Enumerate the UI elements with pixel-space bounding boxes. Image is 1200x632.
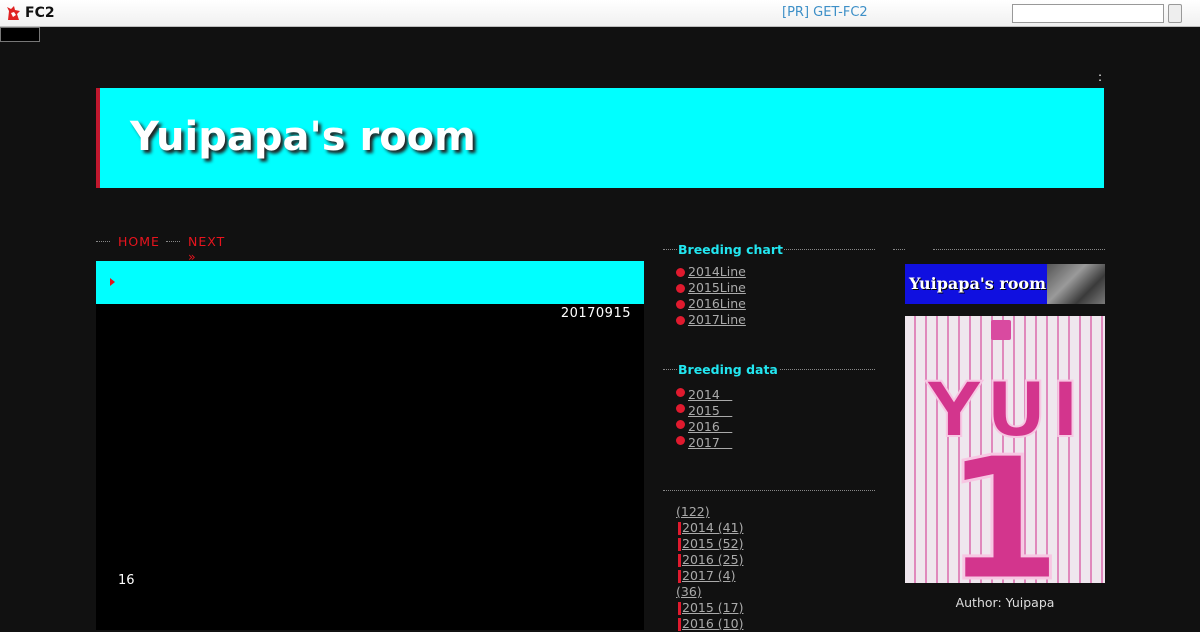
- heading-rule: [933, 249, 1105, 250]
- bullet-icon: [676, 420, 685, 429]
- header-colon: :: [1098, 70, 1103, 84]
- bullet-icon: [676, 436, 685, 445]
- site-title[interactable]: Yuipapa's room: [130, 114, 476, 160]
- bullet-icon: [676, 316, 685, 325]
- entry-title-bar: [96, 261, 644, 304]
- bullet-icon: [676, 268, 685, 277]
- child-marker: [678, 570, 681, 583]
- banner-text: Yuipapa's room: [909, 274, 1047, 293]
- heading-rule: [893, 249, 905, 250]
- entry-number: 16: [118, 573, 135, 588]
- child-marker: [678, 554, 681, 567]
- banner-photo: [1047, 264, 1105, 304]
- category-link[interactable]: 2014 (41): [682, 520, 743, 535]
- breeding-chart-link[interactable]: 2016Line: [688, 296, 746, 311]
- fc2-logo-icon: [6, 5, 22, 21]
- next-link[interactable]: NEXT »: [188, 234, 225, 264]
- nav-divider: [166, 241, 180, 242]
- heading-rule: [663, 490, 875, 491]
- breeding-chart-link[interactable]: 2015Line: [688, 280, 746, 295]
- profile-image: YUI 1: [905, 316, 1105, 583]
- pr-link[interactable]: [PR] GET-FC2: [782, 5, 868, 20]
- category-link[interactable]: (36): [676, 584, 702, 599]
- child-marker: [678, 522, 681, 535]
- bullet-icon: [676, 284, 685, 293]
- jersey-number: 1: [944, 421, 1062, 583]
- fc2-logo[interactable]: FC2: [6, 4, 55, 22]
- breeding-chart-link[interactable]: 2014Line: [688, 264, 746, 279]
- child-marker: [678, 618, 681, 631]
- search-input[interactable]: [1012, 4, 1164, 23]
- breeding-data-title: Breeding data: [677, 362, 779, 377]
- breeding-data-link[interactable]: 2017: [688, 432, 732, 451]
- home-link[interactable]: HOME: [118, 234, 160, 249]
- bullet-icon: [676, 388, 685, 397]
- category-link[interactable]: 2016 (25): [682, 552, 743, 567]
- site-banner[interactable]: Yuipapa's room: [905, 264, 1105, 304]
- jersey-graphic: YUI 1: [924, 320, 1081, 583]
- child-marker: [678, 602, 681, 615]
- archive-heading: [663, 483, 875, 499]
- breeding-chart-heading: Breeding chart: [663, 242, 875, 258]
- entry-body: 20170915 16: [96, 304, 644, 630]
- fc2-toolbar: FC2 [PR] GET-FC2: [0, 0, 1200, 27]
- entry-date: 20170915: [560, 306, 631, 321]
- bullet-icon: [676, 300, 685, 309]
- entry-arrow-icon: [110, 278, 115, 286]
- category-link[interactable]: (122): [676, 504, 710, 519]
- jersey-emblem: [991, 320, 1011, 340]
- fc2-logo-text: FC2: [25, 5, 55, 21]
- child-marker: [678, 538, 681, 551]
- category-link[interactable]: 2016 (10): [682, 616, 743, 631]
- nav-divider: [96, 241, 110, 242]
- category-link[interactable]: 2017 (4): [682, 568, 736, 583]
- breeding-data-heading: Breeding data: [663, 362, 875, 378]
- black-box-button[interactable]: [0, 27, 40, 42]
- category-link[interactable]: 2015 (17): [682, 600, 743, 615]
- category-link[interactable]: 2015 (52): [682, 536, 743, 551]
- profile-heading: [893, 242, 1105, 258]
- site-header: Yuipapa's room: [96, 88, 1104, 188]
- breeding-chart-link[interactable]: 2017Line: [688, 312, 746, 327]
- author-name: Author: Yuipapa: [955, 595, 1055, 610]
- breeding-chart-title: Breeding chart: [677, 242, 784, 257]
- bullet-icon: [676, 404, 685, 413]
- search-button[interactable]: [1168, 4, 1182, 23]
